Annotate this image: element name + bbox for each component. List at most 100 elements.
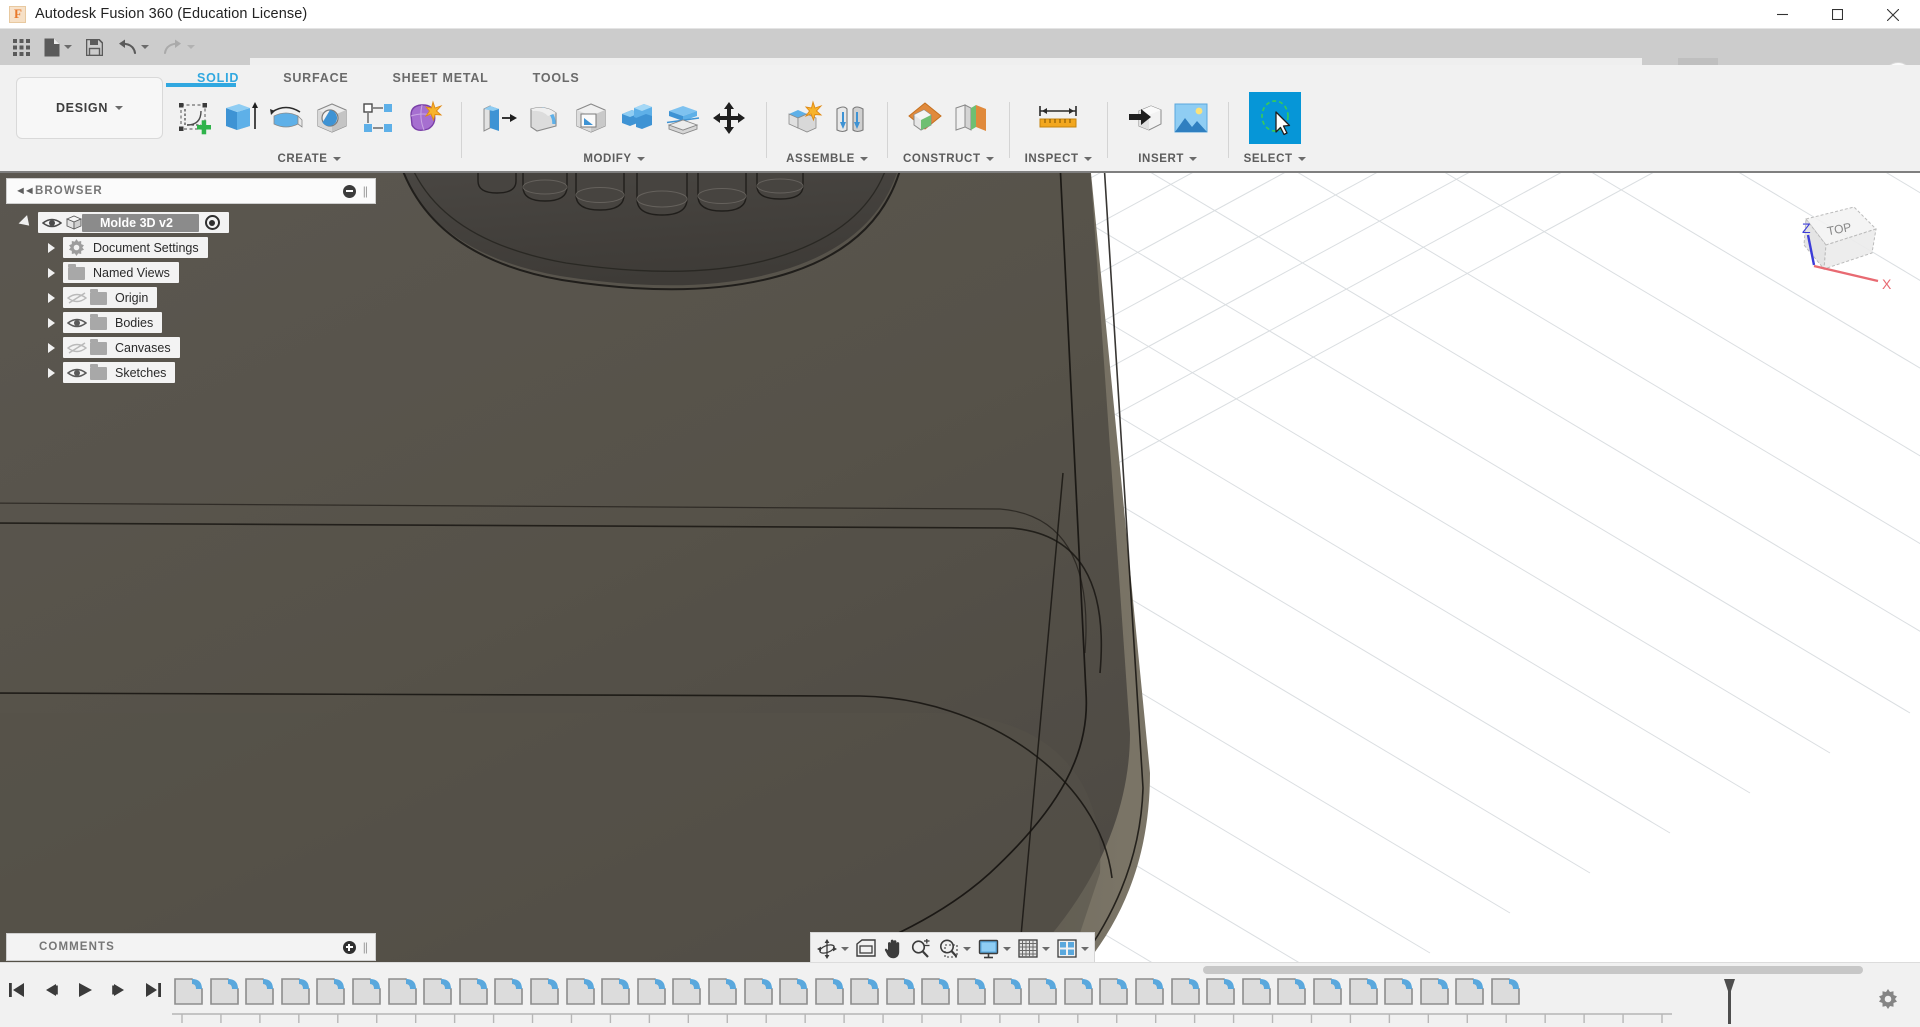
expand-arrow-right-icon[interactable] bbox=[48, 292, 55, 303]
extrude-icon[interactable] bbox=[218, 92, 262, 144]
fillet-feature-icon[interactable] bbox=[1489, 975, 1522, 1008]
expand-arrow-down-icon[interactable] bbox=[18, 215, 34, 230]
collapse-left-icon[interactable]: ◄◄ bbox=[15, 185, 35, 197]
canvas-image-icon[interactable] bbox=[1169, 92, 1213, 144]
fillet-feature-icon[interactable] bbox=[172, 975, 205, 1008]
eye-visible-icon[interactable] bbox=[67, 315, 87, 331]
fillet-feature-icon[interactable] bbox=[884, 975, 917, 1008]
tree-item-document-settings[interactable]: Document Settings bbox=[0, 235, 380, 260]
rectangular-pattern-icon[interactable] bbox=[356, 92, 400, 144]
chevron-down-icon[interactable] bbox=[187, 45, 195, 49]
press-pull-icon[interactable] bbox=[477, 92, 521, 144]
joint-icon[interactable] bbox=[828, 92, 872, 144]
expand-arrow-right-icon[interactable] bbox=[48, 367, 55, 378]
fillet-feature-icon[interactable] bbox=[208, 975, 241, 1008]
chevron-down-icon[interactable] bbox=[64, 45, 72, 49]
expand-arrow-right-icon[interactable] bbox=[48, 317, 55, 328]
fillet-feature-icon[interactable] bbox=[279, 975, 312, 1008]
expand-arrow-right-icon[interactable] bbox=[48, 242, 55, 253]
workspace-selector[interactable]: DESIGN bbox=[16, 77, 163, 139]
fillet-feature-icon[interactable] bbox=[1204, 975, 1237, 1008]
fillet-feature-icon[interactable] bbox=[1169, 975, 1202, 1008]
panel-construct-label[interactable]: CONSTRUCT bbox=[903, 149, 994, 169]
fillet-feature-icon[interactable] bbox=[1133, 975, 1166, 1008]
fillet-feature-icon[interactable] bbox=[243, 975, 276, 1008]
look-at-icon[interactable] bbox=[853, 934, 879, 963]
new-file-icon[interactable] bbox=[37, 29, 79, 65]
fillet-feature-icon[interactable] bbox=[1382, 975, 1415, 1008]
fillet-feature-icon[interactable] bbox=[1026, 975, 1059, 1008]
grip-handle-icon[interactable]: || bbox=[363, 940, 368, 954]
eye-hidden-icon[interactable] bbox=[67, 340, 87, 356]
zoom-icon[interactable] bbox=[907, 934, 934, 963]
tab-sheet-metal[interactable]: SHEET METAL bbox=[371, 67, 511, 89]
fillet-feature-icon[interactable] bbox=[848, 975, 881, 1008]
plane-through-points-icon[interactable] bbox=[949, 92, 993, 144]
fillet-feature-icon[interactable] bbox=[777, 975, 810, 1008]
orbit-icon[interactable] bbox=[814, 934, 852, 963]
tab-tools[interactable]: TOOLS bbox=[511, 67, 602, 89]
chevron-down-icon[interactable] bbox=[1002, 946, 1011, 951]
chevron-down-icon[interactable] bbox=[1041, 946, 1050, 951]
new-component-icon[interactable] bbox=[782, 92, 826, 144]
eye-hidden-icon[interactable] bbox=[67, 290, 87, 306]
select-lasso-icon[interactable] bbox=[1248, 92, 1301, 144]
step-back-icon[interactable] bbox=[42, 981, 60, 999]
undo-icon[interactable] bbox=[110, 29, 156, 65]
display-settings-icon[interactable] bbox=[975, 934, 1014, 963]
fillet-feature-icon[interactable] bbox=[599, 975, 632, 1008]
chevron-down-icon[interactable] bbox=[962, 946, 971, 951]
grid-snaps-icon[interactable] bbox=[1015, 934, 1053, 963]
fillet-feature-icon[interactable] bbox=[955, 975, 988, 1008]
eye-visible-icon[interactable] bbox=[42, 215, 62, 231]
fillet-feature-icon[interactable] bbox=[528, 975, 561, 1008]
redo-icon[interactable] bbox=[156, 29, 202, 65]
tree-item-sketches[interactable]: Sketches bbox=[0, 360, 380, 385]
tree-item-bodies[interactable]: Bodies bbox=[0, 310, 380, 335]
create-sketch-icon[interactable] bbox=[172, 92, 216, 144]
insert-derive-icon[interactable] bbox=[1123, 92, 1167, 144]
fillet-feature-icon[interactable] bbox=[421, 975, 454, 1008]
go-to-beginning-icon[interactable] bbox=[8, 981, 26, 999]
app-grid-icon[interactable] bbox=[6, 29, 37, 65]
play-icon[interactable] bbox=[76, 981, 94, 999]
chevron-down-icon[interactable] bbox=[1080, 946, 1089, 951]
grip-handle-icon[interactable]: || bbox=[363, 184, 368, 198]
fillet-feature-icon[interactable] bbox=[1453, 975, 1486, 1008]
fillet-feature-icon[interactable] bbox=[492, 975, 525, 1008]
fillet-feature-icon[interactable] bbox=[457, 975, 490, 1008]
step-forward-icon[interactable] bbox=[110, 981, 128, 999]
fillet-feature-icon[interactable] bbox=[350, 975, 383, 1008]
fillet-feature-icon[interactable] bbox=[1347, 975, 1380, 1008]
tree-item-named-views[interactable]: Named Views bbox=[0, 260, 380, 285]
close-icon[interactable] bbox=[1865, 0, 1920, 29]
minus-circle-icon[interactable] bbox=[342, 184, 356, 198]
revolve-icon[interactable] bbox=[264, 92, 308, 144]
pan-icon[interactable] bbox=[880, 934, 906, 963]
panel-create-label[interactable]: CREATE bbox=[277, 149, 341, 169]
fillet-feature-icon[interactable] bbox=[1062, 975, 1095, 1008]
tree-item-canvases[interactable]: Canvases bbox=[0, 335, 380, 360]
fillet-feature-icon[interactable] bbox=[706, 975, 739, 1008]
tree-item-origin[interactable]: Origin bbox=[0, 285, 380, 310]
fillet-feature-icon[interactable] bbox=[635, 975, 668, 1008]
create-form-icon[interactable] bbox=[402, 92, 446, 144]
fillet-feature-icon[interactable] bbox=[991, 975, 1024, 1008]
tree-root-molde-3d-v2[interactable]: Molde 3D v2 bbox=[0, 210, 380, 235]
view-cube[interactable]: TOP Z X bbox=[1768, 193, 1898, 313]
fillet-feature-icon[interactable] bbox=[919, 975, 952, 1008]
fillet-feature-icon[interactable] bbox=[1275, 975, 1308, 1008]
zoom-window-icon[interactable] bbox=[935, 934, 974, 963]
measure-icon[interactable] bbox=[1036, 92, 1080, 144]
fillet-feature-icon[interactable] bbox=[1311, 975, 1344, 1008]
hole-icon[interactable] bbox=[310, 92, 354, 144]
panel-assemble-label[interactable]: ASSEMBLE bbox=[786, 149, 868, 169]
eye-visible-icon[interactable] bbox=[67, 365, 87, 381]
panel-inspect-label[interactable]: INSPECT bbox=[1025, 149, 1092, 169]
fillet-icon[interactable] bbox=[523, 92, 567, 144]
panel-select-label[interactable]: SELECT bbox=[1244, 149, 1306, 169]
expand-arrow-right-icon[interactable] bbox=[48, 267, 55, 278]
timeline-marker[interactable] bbox=[1723, 979, 1736, 1024]
minimize-icon[interactable] bbox=[1755, 0, 1810, 29]
go-to-end-icon[interactable] bbox=[144, 981, 162, 999]
